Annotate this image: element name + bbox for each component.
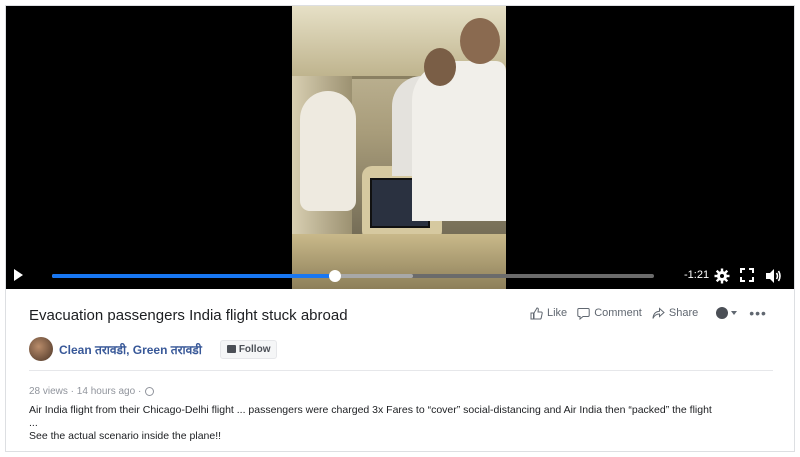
gear-icon[interactable]: [714, 268, 730, 284]
description-line: See the actual scenario inside the plane…: [29, 430, 222, 442]
progress-knob[interactable]: [328, 270, 341, 282]
more-options-icon[interactable]: •••: [749, 305, 767, 321]
like-icon: [530, 306, 543, 319]
chevron-down-icon: [731, 311, 738, 315]
video-title: Evacuation passengers India flight stuck…: [29, 307, 348, 324]
description-line: ...: [29, 417, 38, 429]
volume-icon[interactable]: [764, 267, 782, 285]
globe-icon: [145, 387, 155, 396]
comment-button[interactable]: Comment: [577, 307, 642, 320]
follow-icon: [226, 345, 236, 353]
post-time[interactable]: 14 hours ago: [77, 386, 135, 397]
page-info: Clean तरावडी, Green तरावडी Follow: [29, 337, 278, 361]
page-name-link[interactable]: Clean तरावडी, Green तरावडी: [59, 341, 202, 358]
description-line: Air India flight from their Chicago-Delh…: [29, 404, 712, 416]
progress-bar[interactable]: [52, 270, 654, 282]
follow-label: Follow: [238, 343, 271, 355]
globe-icon: [716, 307, 729, 319]
audience-selector[interactable]: [716, 307, 738, 319]
like-button[interactable]: Like: [530, 306, 568, 320]
time-remaining: -1:21: [684, 269, 710, 281]
divider: [29, 370, 773, 371]
meta-separator: ·: [135, 386, 142, 397]
avatar[interactable]: [29, 337, 53, 361]
fullscreen-icon[interactable]: [740, 268, 754, 282]
video-frame: [292, 6, 506, 289]
play-icon[interactable]: [14, 269, 23, 281]
post-actions: Like Comment Share •••: [530, 305, 767, 321]
comment-label: Comment: [594, 307, 642, 319]
video-controls: -1:21: [6, 259, 794, 289]
share-label: Share: [668, 307, 699, 319]
follow-button[interactable]: Follow: [219, 339, 278, 359]
share-icon: [652, 306, 665, 319]
video-post: -1:21 Evacuation passengers India flight…: [5, 5, 795, 452]
meta-separator: ·: [67, 386, 77, 397]
share-button[interactable]: Share: [652, 306, 699, 320]
comment-icon: [577, 307, 590, 320]
post-description: Air India flight from their Chicago-Delh…: [29, 404, 774, 443]
post-meta: 28 views · 14 hours ago ·: [29, 386, 155, 397]
progress-fill: [52, 274, 335, 278]
like-label: Like: [547, 307, 568, 319]
view-count: 28 views: [29, 386, 68, 397]
video-player[interactable]: -1:21: [6, 6, 794, 289]
